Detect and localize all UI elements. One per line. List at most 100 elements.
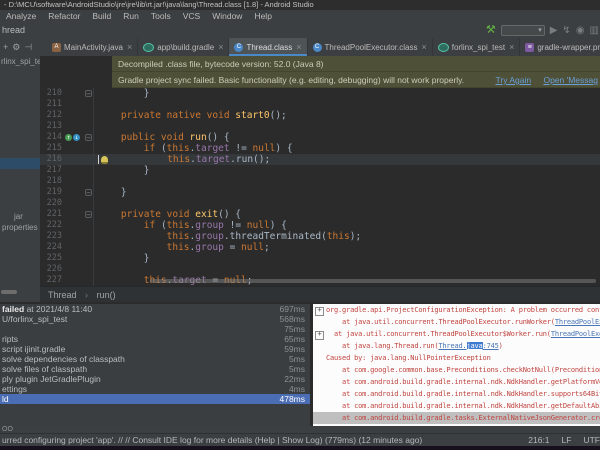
- stack-line[interactable]: at com.android.build.gradle.internal.ndk…: [313, 400, 600, 412]
- run-config-select[interactable]: ▾: [501, 25, 545, 36]
- code-line-224[interactable]: 224 this.group = null;: [40, 242, 600, 253]
- fold-icon[interactable]: −: [85, 90, 92, 97]
- caret-position[interactable]: 216:1: [528, 434, 549, 446]
- stack-line[interactable]: at com.android.build.gradle.tasks.Extern…: [313, 412, 600, 424]
- build-row[interactable]: solve dependencies of classpath5ms: [0, 354, 310, 364]
- open-messages-link[interactable]: Open 'Messag: [543, 75, 598, 85]
- fold-icon[interactable]: −: [85, 189, 92, 196]
- debug-button-icon[interactable]: ◉: [576, 23, 585, 38]
- build-row[interactable]: U/forlinx_spi_test568ms: [0, 314, 310, 324]
- project-scrollbar[interactable]: [1, 290, 17, 294]
- fold-icon[interactable]: −: [85, 211, 92, 218]
- menu-build[interactable]: Build: [86, 10, 117, 23]
- build-hammer-icon[interactable]: ⚒: [486, 23, 496, 38]
- tab-app\build.gradle[interactable]: app\build.gradle×: [138, 38, 229, 56]
- code-editor[interactable]: 210− }211212 private native void start0(…: [40, 88, 600, 286]
- project-item-jar[interactable]: jar: [14, 212, 23, 221]
- stack-link[interactable]: Thread.: [438, 342, 466, 350]
- run-button-icon[interactable]: ▶: [550, 23, 558, 38]
- build-row-duration: 75ms: [284, 324, 310, 334]
- code-line-211[interactable]: 211: [40, 99, 600, 110]
- stack-link[interactable]: ThreadPoolExecu: [551, 330, 600, 338]
- project-selected-row[interactable]: [0, 158, 40, 169]
- code-line-214[interactable]: 214↑↓− public void run() {: [40, 132, 600, 143]
- stack-line[interactable]: at com.android.build.gradle.internal.ndk…: [313, 376, 600, 388]
- code-line-225[interactable]: 225 }: [40, 253, 600, 264]
- close-tab-icon[interactable]: ×: [509, 42, 514, 52]
- hide-panel-icon[interactable]: ⊣: [24, 42, 32, 53]
- build-row[interactable]: ply plugin JetGradlePlugin22ms: [0, 374, 310, 384]
- menu-tools[interactable]: Tools: [145, 10, 177, 23]
- try-again-link[interactable]: Try Again: [495, 75, 531, 85]
- code-line-226[interactable]: 226: [40, 264, 600, 275]
- decompiled-banner: Decompiled .class file, bytecode version…: [112, 56, 600, 72]
- menu-help[interactable]: Help: [248, 10, 277, 23]
- code-line-216[interactable]: 216 this.target.run();: [40, 154, 600, 165]
- settings-gear-icon[interactable]: ⚙: [12, 42, 20, 53]
- code-line-212[interactable]: 212 private native void start0();: [40, 110, 600, 121]
- stack-line[interactable]: at com.google.common.base.Preconditions.…: [313, 364, 600, 376]
- close-tab-icon[interactable]: ×: [218, 42, 223, 52]
- code-line-223[interactable]: 223 this.group.threadTerminated(this);: [40, 231, 600, 242]
- code-line-221[interactable]: 221− private void exit() {: [40, 209, 600, 220]
- gutter-markers: [65, 220, 94, 231]
- menu-refactor[interactable]: Refactor: [42, 10, 86, 23]
- expand-icon[interactable]: +: [313, 328, 326, 340]
- menu-window[interactable]: Window: [206, 10, 248, 23]
- stack-line[interactable]: at java.util.concurrent.ThreadPoolExecut…: [313, 316, 600, 328]
- stack-link[interactable]: ThreadPoolExecut: [555, 318, 600, 326]
- tab-forlinx_spi_test[interactable]: forlinx_spi_test×: [433, 38, 521, 56]
- nav-breadcrumb[interactable]: hread: [2, 23, 25, 38]
- menu-vcs[interactable]: VCS: [177, 10, 206, 23]
- code-line-222[interactable]: 222 if (this.group != null) {: [40, 220, 600, 231]
- stack-line[interactable]: + at java.util.concurrent.ThreadPoolExec…: [313, 328, 600, 340]
- tab-ThreadPoolExecutor.class[interactable]: CThreadPoolExecutor.class×: [308, 38, 433, 56]
- code-line-220[interactable]: 220: [40, 198, 600, 209]
- build-row[interactable]: solve files of classpath5ms: [0, 364, 310, 374]
- build-row[interactable]: ettings4ms: [0, 384, 310, 394]
- code-line-217[interactable]: 217 }: [40, 165, 600, 176]
- overrides-marker-icon[interactable]: ↑: [65, 134, 72, 141]
- code-line-215[interactable]: 215 if (this.target != null) {: [40, 143, 600, 154]
- line-number: 215: [40, 143, 65, 154]
- close-tab-icon[interactable]: ×: [296, 42, 301, 52]
- profiler-button-icon[interactable]: ▥: [590, 23, 599, 38]
- expand-icon[interactable]: +: [313, 304, 326, 316]
- add-icon[interactable]: +: [3, 42, 8, 52]
- code-line-219[interactable]: 219− }: [40, 187, 600, 198]
- status-message[interactable]: urred configuring project 'app'. // // C…: [2, 434, 422, 446]
- stack-link[interactable]: :745: [483, 342, 499, 350]
- build-row[interactable]: 75ms: [0, 324, 310, 334]
- stack-line[interactable]: at java.lang.Thread.run(Thread.java:745): [313, 340, 600, 352]
- stack-link[interactable]: java: [467, 342, 483, 350]
- close-tab-icon[interactable]: ×: [421, 42, 426, 52]
- code-line-213[interactable]: 213: [40, 121, 600, 132]
- fold-icon[interactable]: −: [85, 134, 92, 141]
- tab-Thread.class[interactable]: CThread.class×: [229, 38, 307, 56]
- menu-analyze[interactable]: Analyze: [0, 10, 42, 23]
- build-row[interactable]: ld478ms: [0, 394, 310, 404]
- build-row[interactable]: failed at 2021/4/8 11:40697ms: [0, 304, 310, 314]
- stack-line[interactable]: +org.gradle.api.ProjectConfigurationExce…: [313, 304, 600, 316]
- encoding[interactable]: UTF: [583, 434, 600, 446]
- code-line-210[interactable]: 210− }: [40, 88, 600, 99]
- instant-run-icon[interactable]: ↯: [562, 23, 570, 38]
- stack-line[interactable]: Caused by: java.lang.NullPointerExceptio…: [313, 352, 600, 364]
- editor-horizontal-scrollbar[interactable]: [150, 279, 596, 283]
- breadcrumb-class[interactable]: Thread: [48, 290, 77, 300]
- breadcrumb-method[interactable]: run(): [97, 290, 116, 300]
- build-row[interactable]: ripts65ms: [0, 334, 310, 344]
- tab-gradle-wrapper.properties[interactable]: ≡gradle-wrapper.properties×: [520, 38, 600, 56]
- build-row[interactable]: script ijinit.gradle59ms: [0, 344, 310, 354]
- overridden-marker-icon[interactable]: ↓: [73, 134, 80, 141]
- gutter-markers: [65, 275, 94, 286]
- project-item-properties[interactable]: properties: [2, 223, 38, 232]
- stack-line[interactable]: at com.android.build.gradle.internal.ndk…: [313, 388, 600, 400]
- close-tab-icon[interactable]: ×: [127, 42, 132, 52]
- project-root-item[interactable]: rlinx_spi_test: [1, 57, 41, 66]
- code-line-218[interactable]: 218: [40, 176, 600, 187]
- line-ending[interactable]: LF: [562, 434, 572, 446]
- intention-bulb-icon[interactable]: [101, 156, 108, 164]
- menu-run[interactable]: Run: [117, 10, 145, 23]
- tab-MainActivity.java[interactable]: AMainActivity.java×: [47, 38, 138, 56]
